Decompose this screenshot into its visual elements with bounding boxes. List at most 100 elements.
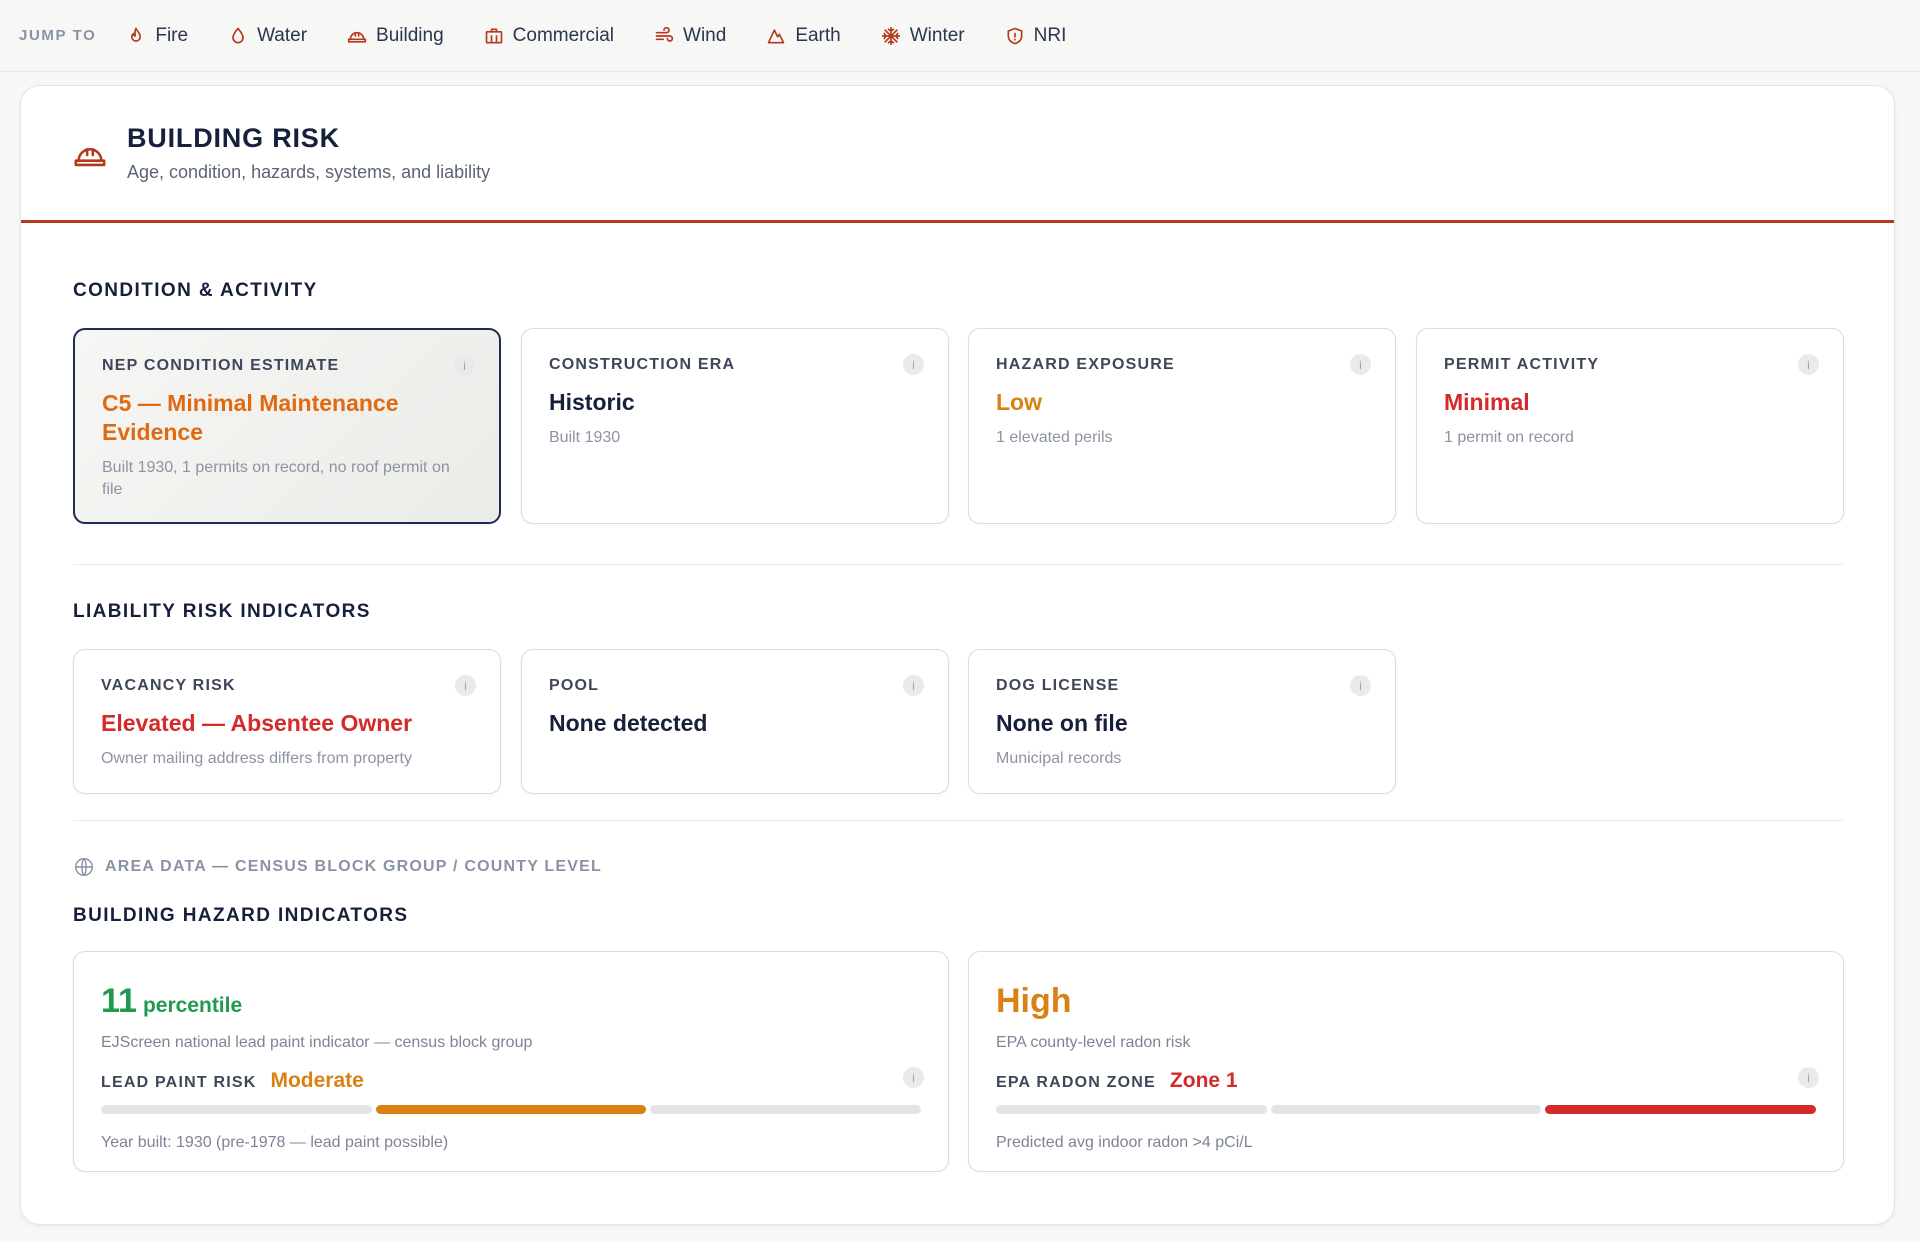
- section-title-hazards: BUILDING HAZARD INDICATORS: [73, 905, 409, 926]
- lead-paint-percentile-unit: percentile: [142, 994, 243, 1017]
- info-icon[interactable]: i: [1798, 1067, 1819, 1088]
- info-icon[interactable]: i: [1350, 354, 1371, 375]
- section-title-condition: CONDITION & ACTIVITY: [73, 280, 318, 301]
- radon-level-row: EPA RADON ZONE Zone 1: [996, 1069, 1238, 1093]
- level-segment: [650, 1105, 922, 1114]
- nav-item-nri[interactable]: NRI: [1005, 24, 1067, 47]
- tile-value: Minimal: [1444, 389, 1530, 415]
- mountain-icon: [767, 28, 785, 44]
- page-subtitle: Age, condition, hazards, systems, and li…: [127, 162, 491, 182]
- nav-item-water[interactable]: Water: [228, 25, 307, 47]
- nav-item-earth[interactable]: Earth: [766, 24, 841, 47]
- nav-item-building[interactable]: Building: [347, 25, 444, 47]
- tile-pool[interactable]: POOL None detected i: [521, 649, 949, 794]
- tile-label: DOG LICENSE: [996, 677, 1120, 694]
- section-title-liability: LIABILITY RISK INDICATORS: [73, 601, 371, 622]
- briefcase-icon: [485, 28, 502, 44]
- tile-hazard-exposure[interactable]: HAZARD EXPOSURE Low 1 elevated perils i: [968, 328, 1396, 524]
- info-icon[interactable]: i: [1798, 354, 1819, 375]
- flame-icon: [131, 27, 142, 42]
- nav-item-label: Winter: [909, 24, 965, 46]
- tile-label: NEP CONDITION ESTIMATE: [102, 357, 340, 374]
- hazard-card-lead-paint: 11 percentile EJScreen national lead pai…: [73, 951, 949, 1172]
- info-icon[interactable]: i: [454, 355, 475, 376]
- hardhat-icon: [74, 148, 106, 167]
- tile-label: HAZARD EXPOSURE: [996, 356, 1175, 373]
- jump-to-nav: JUMP TO Fire Water Building Commercial W…: [0, 0, 1920, 72]
- nav-item-label: Wind: [683, 24, 727, 46]
- radon-risk-value: High: [996, 982, 1072, 1020]
- lead-paint-level-row: LEAD PAINT RISK Moderate: [101, 1069, 364, 1093]
- tile-value: Historic: [549, 389, 635, 415]
- radon-description: EPA county-level radon risk: [996, 1034, 1191, 1051]
- tile-label: POOL: [549, 677, 600, 694]
- building-risk-card: BUILDING RISK Age, condition, hazards, s…: [20, 85, 1895, 1225]
- lead-paint-footnote: Year built: 1930 (pre-1978 — lead paint …: [101, 1134, 449, 1151]
- tile-dog-license[interactable]: DOG LICENSE None on file Municipal recor…: [968, 649, 1396, 794]
- nav-item-label: Building: [376, 24, 444, 46]
- info-icon[interactable]: i: [903, 1067, 924, 1088]
- lead-paint-headline: 11 percentile: [101, 982, 242, 1021]
- nav-item-winter[interactable]: Winter: [881, 25, 965, 47]
- divider: [73, 820, 1843, 821]
- radon-level: Zone 1: [1169, 1069, 1238, 1092]
- area-data-label: AREA DATA — CENSUS BLOCK GROUP / COUNTY …: [105, 858, 602, 875]
- tile-permit-activity[interactable]: PERMIT ACTIVITY Minimal 1 permit on reco…: [1416, 328, 1844, 524]
- tile-note: 1 permit on record: [1444, 429, 1574, 446]
- lead-paint-percentile-value: 11: [101, 982, 137, 1020]
- lead-paint-level-bar: [101, 1105, 922, 1114]
- tile-note: Built 1930: [549, 429, 621, 446]
- tile-note: Municipal records: [996, 750, 1122, 767]
- globe-icon: [75, 858, 93, 876]
- divider: [73, 564, 1843, 565]
- info-icon[interactable]: i: [903, 675, 924, 696]
- area-data-note: AREA DATA — CENSUS BLOCK GROUP / COUNTY …: [73, 856, 602, 878]
- wind-icon: [655, 26, 674, 42]
- tile-value: Elevated — Absentee Owner: [101, 710, 413, 736]
- radon-headline: High: [996, 982, 1072, 1021]
- level-segment: [375, 1105, 647, 1114]
- card-header: BUILDING RISK Age, condition, hazards, s…: [21, 86, 1894, 223]
- tile-vacancy-risk[interactable]: VACANCY RISK Elevated — Absentee Owner O…: [73, 649, 501, 794]
- hardhat-icon: [347, 31, 367, 43]
- tile-nep-condition[interactable]: NEP CONDITION ESTIMATE C5 — Minimal Main…: [73, 328, 501, 524]
- tile-note: 1 elevated perils: [996, 429, 1113, 446]
- tile-label: CONSTRUCTION ERA: [549, 356, 736, 373]
- snowflake-icon: [881, 26, 900, 45]
- level-segment: [1270, 1105, 1542, 1114]
- hazard-card-radon: High EPA county-level radon risk EPA RAD…: [968, 951, 1844, 1172]
- nav-item-wind[interactable]: Wind: [654, 25, 726, 47]
- tile-value: Low: [996, 389, 1042, 415]
- tile-note: Built 1930, 1 permits on record, no roof…: [102, 459, 450, 498]
- tile-construction-era[interactable]: CONSTRUCTION ERA Historic Built 1930 i: [521, 328, 949, 524]
- jump-to-label: JUMP TO: [19, 27, 97, 44]
- shield-icon: [1007, 27, 1023, 44]
- level-segment: [101, 1105, 372, 1114]
- lead-paint-description: EJScreen national lead paint indicator —…: [101, 1034, 533, 1051]
- tile-value: None detected: [549, 710, 708, 736]
- tile-value: None on file: [996, 710, 1128, 736]
- radon-level-bar: [996, 1105, 1817, 1114]
- radon-footnote: Predicted avg indoor radon >4 pCi/L: [996, 1134, 1253, 1151]
- droplet-icon: [232, 27, 244, 43]
- nav-item-label: NRI: [1033, 24, 1067, 46]
- tile-label: VACANCY RISK: [101, 677, 236, 694]
- radon-label: EPA RADON ZONE: [996, 1074, 1156, 1091]
- nav-item-label: Earth: [795, 24, 841, 46]
- level-segment: [996, 1105, 1267, 1114]
- page-title: BUILDING RISK: [127, 123, 340, 153]
- info-icon[interactable]: i: [1350, 675, 1371, 696]
- tile-note: Owner mailing address differs from prope…: [101, 750, 412, 767]
- lead-paint-label: LEAD PAINT RISK: [101, 1074, 257, 1091]
- info-icon[interactable]: i: [455, 675, 476, 696]
- nav-item-label: Water: [257, 24, 308, 46]
- nav-item-label: Fire: [155, 24, 189, 46]
- nav-item-label: Commercial: [512, 24, 615, 46]
- tile-label: PERMIT ACTIVITY: [1444, 356, 1600, 373]
- tile-value: C5 — Minimal Maintenance Evidence: [102, 390, 399, 445]
- info-icon[interactable]: i: [903, 354, 924, 375]
- lead-paint-level: Moderate: [270, 1069, 364, 1092]
- nav-item-fire[interactable]: Fire: [126, 25, 188, 47]
- level-segment: [1545, 1105, 1817, 1114]
- nav-item-commercial[interactable]: Commercial: [484, 25, 614, 47]
